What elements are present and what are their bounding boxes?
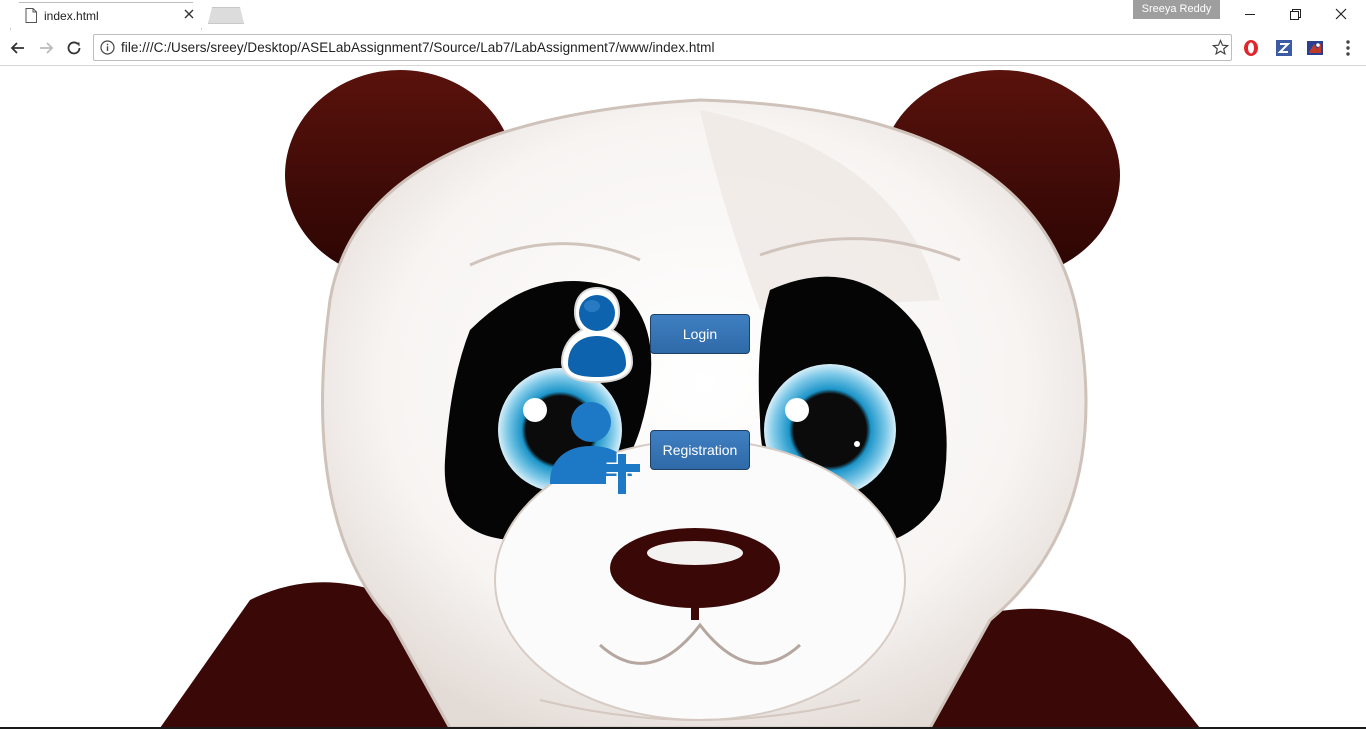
window-close-icon[interactable] — [1319, 2, 1363, 26]
add-user-icon — [550, 402, 640, 494]
info-icon[interactable] — [100, 40, 115, 55]
forward-icon[interactable] — [36, 38, 56, 58]
reload-icon[interactable] — [64, 38, 84, 58]
tab-title: index.html — [44, 9, 99, 23]
page-icon — [25, 8, 37, 23]
menu-icon[interactable] — [1338, 38, 1358, 58]
z-extension-icon[interactable] — [1274, 38, 1294, 58]
minimize-icon[interactable] — [1228, 2, 1272, 26]
registration-button[interactable]: Registration — [650, 430, 750, 470]
title-bar: index.html Sreeya Reddy — [0, 0, 1366, 30]
url-text[interactable]: file:///C:/Users/sreey/Desktop/ASELabAss… — [121, 40, 715, 55]
panda-background-image — [160, 70, 1200, 728]
address-bar[interactable]: file:///C:/Users/sreey/Desktop/ASELabAss… — [93, 34, 1232, 61]
restore-icon[interactable] — [1273, 2, 1317, 26]
page-viewport: Login Registration — [0, 66, 1366, 728]
login-button[interactable]: Login — [650, 314, 750, 354]
browser-tab[interactable]: index.html — [10, 2, 202, 30]
extension-icon[interactable] — [1305, 38, 1325, 58]
star-icon[interactable] — [1212, 39, 1229, 56]
new-tab-button[interactable] — [208, 7, 244, 24]
user-icon — [560, 286, 634, 384]
back-icon[interactable] — [8, 38, 28, 58]
profile-badge[interactable]: Sreeya Reddy — [1133, 0, 1220, 19]
opera-icon[interactable] — [1241, 38, 1261, 58]
browser-toolbar: file:///C:/Users/sreey/Desktop/ASELabAss… — [0, 30, 1366, 66]
close-icon[interactable] — [182, 7, 196, 21]
